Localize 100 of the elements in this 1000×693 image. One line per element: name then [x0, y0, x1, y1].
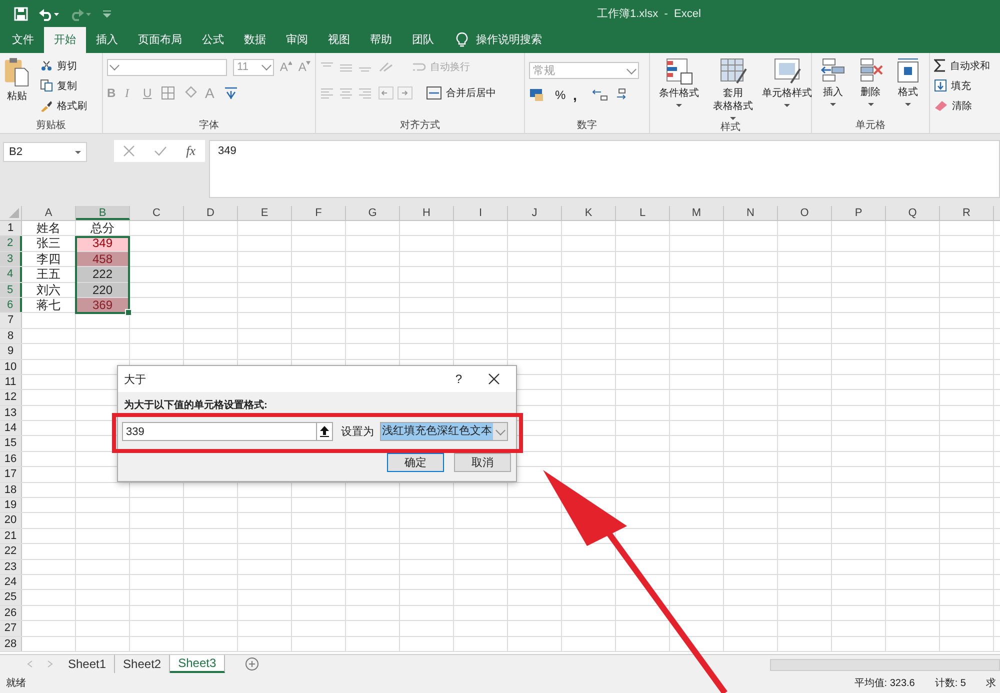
- merge-center-button[interactable]: 合并后居中: [426, 84, 496, 102]
- row-header[interactable]: 23: [0, 560, 22, 574]
- row-header[interactable]: 19: [0, 498, 22, 512]
- caret-icon: [730, 117, 736, 120]
- row-header[interactable]: 16: [0, 452, 22, 466]
- row-header[interactable]: 17: [0, 467, 22, 482]
- column-header[interactable]: C: [130, 206, 184, 220]
- comma-button[interactable]: ,: [573, 87, 585, 103]
- styles-button[interactable]: 条件格式: [654, 57, 704, 120]
- customize-icon[interactable]: [102, 8, 112, 18]
- column-header[interactable]: Q: [886, 206, 940, 220]
- name-box[interactable]: B2: [3, 142, 87, 162]
- row-header[interactable]: 20: [0, 513, 22, 528]
- font-name-field[interactable]: [107, 58, 228, 76]
- column-header[interactable]: N: [724, 206, 778, 220]
- ribbon-tab[interactable]: 文件: [2, 27, 44, 53]
- column-header[interactable]: O: [778, 206, 832, 220]
- collapse-button[interactable]: [317, 422, 333, 441]
- editing-button[interactable]: 填充: [934, 77, 996, 94]
- table-cell: 369: [76, 298, 130, 312]
- cancel-icon[interactable]: [123, 145, 136, 157]
- clipboard-button[interactable]: 格式刷: [40, 97, 87, 114]
- row-header[interactable]: 21: [0, 528, 22, 544]
- ribbon-tab[interactable]: 页面布局: [128, 27, 192, 53]
- column-header[interactable]: G: [346, 206, 400, 220]
- row-header[interactable]: 2: [0, 236, 22, 251]
- column-header[interactable]: H: [400, 206, 454, 220]
- ribbon-tab[interactable]: 数据: [234, 27, 276, 53]
- help-button[interactable]: ?: [455, 372, 462, 386]
- column-header[interactable]: R: [940, 206, 994, 220]
- borders-icon[interactable]: [161, 86, 177, 100]
- formula-field[interactable]: 349: [209, 140, 1000, 198]
- column-header[interactable]: F: [292, 206, 346, 220]
- clipboard-button[interactable]: 复制: [40, 77, 87, 94]
- redo-icon[interactable]: [70, 6, 92, 20]
- row-header[interactable]: 11: [0, 374, 22, 390]
- row-header[interactable]: 26: [0, 606, 22, 620]
- sheet-tab[interactable]: Sheet3: [170, 655, 226, 673]
- row-header[interactable]: 9: [0, 344, 22, 359]
- row-header[interactable]: 14: [0, 421, 22, 436]
- row-header[interactable]: 1: [0, 221, 22, 236]
- value-field[interactable]: 339: [122, 422, 317, 441]
- row-header[interactable]: 12: [0, 390, 22, 405]
- percent-button[interactable]: %: [555, 88, 567, 102]
- row-header[interactable]: 6: [0, 298, 22, 312]
- row-header[interactable]: 25: [0, 590, 22, 605]
- ribbon-tab[interactable]: 插入: [86, 27, 128, 53]
- column-header[interactable]: I: [454, 206, 508, 220]
- indent-icon[interactable]: [378, 86, 414, 100]
- ribbon-tab[interactable]: 帮助: [360, 27, 402, 53]
- paste-button[interactable]: 粘贴: [4, 57, 30, 118]
- undo-icon[interactable]: [38, 6, 60, 20]
- cells-button[interactable]: 插入: [816, 57, 850, 118]
- cells-button[interactable]: 删除: [854, 57, 888, 118]
- editing-button[interactable]: 清除: [934, 97, 996, 114]
- column-header[interactable]: B: [76, 206, 130, 220]
- row-header[interactable]: 27: [0, 621, 22, 636]
- tell-me-search[interactable]: 操作说明搜索: [476, 27, 542, 53]
- row-header[interactable]: 4: [0, 267, 22, 282]
- row-header[interactable]: 7: [0, 313, 22, 328]
- styles-button[interactable]: 套用 表格格式: [708, 57, 758, 120]
- row-header[interactable]: 24: [0, 574, 22, 590]
- insert-function-button[interactable]: fx: [186, 143, 196, 159]
- column-header[interactable]: P: [832, 206, 886, 220]
- ribbon-tab[interactable]: 团队: [402, 27, 444, 53]
- row-header[interactable]: 13: [0, 406, 22, 420]
- column-header[interactable]: M: [670, 206, 724, 220]
- row-header[interactable]: 10: [0, 360, 22, 374]
- ribbon-tab[interactable]: 视图: [318, 27, 360, 53]
- row-header[interactable]: 8: [0, 328, 22, 344]
- close-icon[interactable]: [488, 373, 500, 385]
- row-header[interactable]: 5: [0, 282, 22, 297]
- column-header[interactable]: E: [238, 206, 292, 220]
- row-header[interactable]: 15: [0, 436, 22, 451]
- row-header[interactable]: 22: [0, 544, 22, 559]
- check-icon[interactable]: [154, 145, 168, 157]
- row-header[interactable]: 28: [0, 636, 22, 651]
- cells-button[interactable]: 格式: [891, 57, 926, 118]
- column-header[interactable]: K: [562, 206, 616, 220]
- column-header[interactable]: J: [508, 206, 562, 220]
- clipboard-button[interactable]: 剪切: [40, 57, 87, 74]
- row-header[interactable]: 3: [0, 252, 22, 266]
- phonetic-icon[interactable]: [223, 85, 239, 101]
- editing-button[interactable]: 自动求和: [934, 57, 996, 74]
- align-top-icon[interactable]: [320, 61, 372, 73]
- dialog-button[interactable]: 取消: [454, 453, 511, 472]
- add-sheet-icon[interactable]: [245, 657, 260, 671]
- save-icon[interactable]: [14, 6, 28, 20]
- horizontal-scrollbar[interactable]: [770, 659, 1000, 671]
- column-header[interactable]: L: [616, 206, 670, 220]
- ribbon-tab[interactable]: 公式: [192, 27, 234, 53]
- align-left-icon[interactable]: [320, 87, 372, 99]
- dialog-button[interactable]: 确定: [387, 453, 444, 472]
- select-all-icon[interactable]: [9, 208, 19, 218]
- ribbon-tab[interactable]: 开始: [44, 27, 86, 53]
- ribbon-tab[interactable]: 审阅: [276, 27, 318, 53]
- format-dropdown[interactable]: 浅红填充色深红色文本: [380, 422, 508, 441]
- column-header[interactable]: D: [184, 206, 238, 220]
- styles-button[interactable]: 单元格样式: [762, 57, 812, 120]
- row-header[interactable]: 18: [0, 482, 22, 498]
